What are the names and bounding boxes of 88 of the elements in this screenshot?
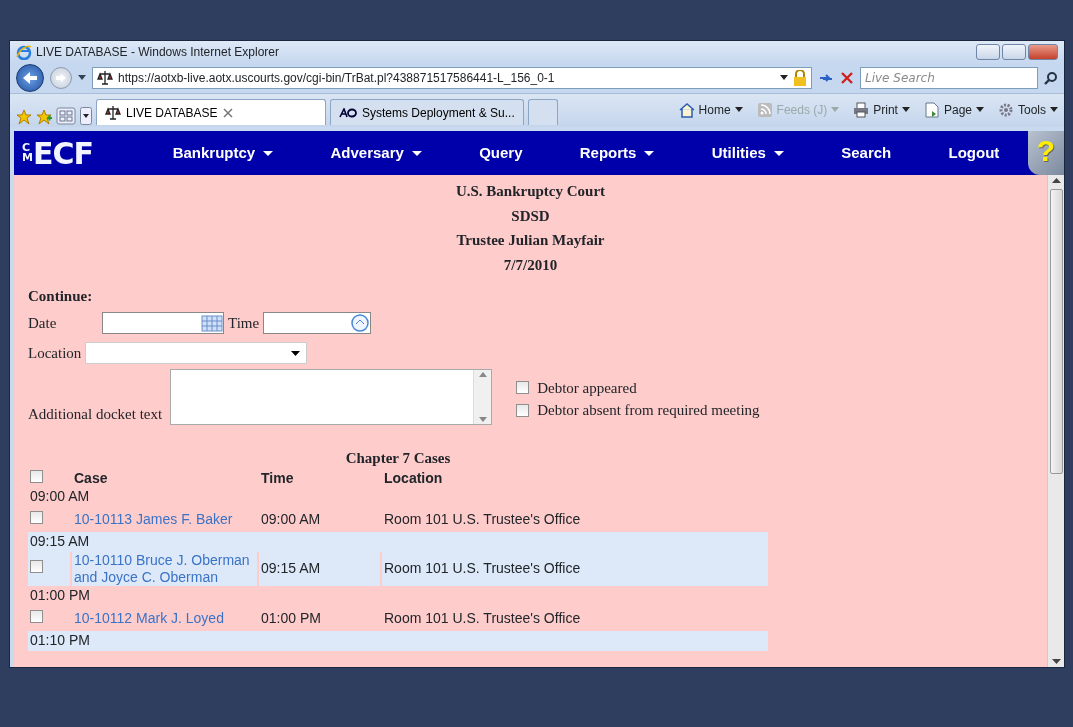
field-label: Time — [228, 313, 260, 333]
calendar-icon[interactable] — [201, 313, 223, 332]
printer-icon — [853, 101, 870, 118]
gear-icon — [998, 101, 1014, 118]
close-button[interactable] — [1028, 44, 1058, 60]
scales-icon — [105, 104, 121, 121]
table-cell-text: 01:00 PM — [260, 608, 322, 628]
date-field[interactable] — [102, 311, 224, 334]
menu-link[interactable]: Reports — [579, 141, 655, 165]
caret-icon — [734, 106, 743, 113]
field-label: Additional docket text — [28, 404, 163, 424]
page-icon — [923, 101, 940, 118]
heading-line: Trustee Julian Mayfair — [455, 231, 606, 250]
checkbox[interactable] — [516, 381, 530, 395]
new-tab-button[interactable] — [527, 99, 558, 125]
search-field[interactable]: Live Search — [860, 67, 1038, 89]
table-cell-text: Room 101 U.S. Trustee's Office — [383, 509, 582, 529]
time-field[interactable] — [263, 311, 372, 334]
back-arrow-icon — [22, 71, 38, 85]
padlock-icon[interactable] — [793, 70, 807, 86]
table-cell-text: 09:00 AM — [260, 509, 322, 529]
time-group-label: 01:00 PM — [29, 586, 91, 605]
table-cell: Room 101 U.S. Trustee's Office — [382, 551, 768, 586]
column-header: Time — [260, 469, 295, 487]
heading-line: U.S. Bankruptcy Court — [454, 182, 607, 201]
checkbox[interactable] — [516, 403, 530, 417]
feed-icon — [756, 101, 773, 118]
command-link[interactable]: Home — [678, 100, 743, 119]
select-all-checkbox[interactable] — [30, 469, 43, 483]
command-link[interactable]: Tools — [998, 100, 1058, 119]
scroll-down-icon[interactable] — [1051, 659, 1061, 664]
menu-link[interactable]: Logout — [948, 141, 1000, 165]
scales-icon — [97, 70, 113, 86]
back-button[interactable] — [16, 64, 44, 92]
home-icon — [678, 101, 695, 118]
command-link[interactable]: Print — [853, 100, 910, 119]
caret-icon[interactable] — [780, 75, 788, 81]
menu-link[interactable]: Utilities — [711, 141, 784, 165]
browser-tab[interactable]: Systems Deployment & Su... — [330, 99, 524, 125]
caret-icon — [831, 106, 840, 113]
time-group-label: 01:10 PM — [28, 630, 768, 651]
url-text: https://aotxb-live.aotx.uscourts.gov/cgi-bin/TrBat.pl?438871517586441-L_156_0-1 — [118, 70, 555, 87]
minimize-button[interactable] — [976, 44, 1000, 60]
time-group-label: 09:00 AM — [29, 487, 91, 506]
forward-button[interactable] — [50, 67, 72, 89]
caret-icon — [1050, 106, 1058, 113]
menu-link[interactable]: Query — [479, 141, 523, 165]
column-header: Location — [383, 469, 444, 487]
add-favorite-icon[interactable] — [36, 109, 52, 125]
window-title: LIVE DATABASE - Windows Internet Explorer — [36, 44, 279, 61]
heading-line: SDSD — [510, 206, 551, 226]
command-link[interactable]: Page — [923, 100, 984, 119]
menu-link[interactable]: Search — [841, 141, 892, 165]
clock-icon[interactable] — [350, 312, 371, 333]
field-label: Location — [28, 344, 82, 363]
favorites-star-icon[interactable] — [16, 109, 32, 125]
browser-tab[interactable]: LIVE DATABASE — [96, 99, 326, 125]
stop-icon[interactable] — [840, 71, 854, 85]
menu-link[interactable]: Adversary — [330, 141, 422, 165]
location-select[interactable] — [85, 342, 308, 365]
caret-icon[interactable] — [80, 107, 92, 125]
address-field[interactable]: https://aotxb-live.aotx.uscourts.gov/cgi-bin/TrBat.pl?438871517586441-L_156_0-1 — [92, 67, 812, 89]
checkbox-label: Debtor appeared — [537, 378, 637, 398]
time-group-label: 09:15 AM — [28, 531, 768, 552]
checkbox[interactable] — [30, 560, 43, 573]
checkbox[interactable] — [30, 510, 43, 524]
forward-arrow-icon — [55, 73, 67, 83]
caret-icon[interactable] — [78, 75, 86, 81]
caret-icon — [291, 350, 301, 356]
search-icon[interactable] — [1044, 71, 1058, 85]
table-cell-text: Room 101 U.S. Trustee's Office — [383, 608, 582, 628]
menu-link[interactable]: Bankruptcy — [172, 141, 274, 165]
column-header: Case — [73, 469, 109, 487]
checkbox[interactable] — [30, 609, 43, 623]
scrollbar-thumb[interactable] — [1049, 189, 1063, 474]
scroll-up-icon[interactable] — [1051, 178, 1061, 183]
close-icon[interactable] — [222, 107, 233, 118]
maximize-button[interactable] — [1002, 44, 1026, 60]
ao-logo-icon — [339, 107, 357, 118]
heading-line: 7/7/2010 — [502, 255, 559, 275]
checkbox-label: Debtor absent from required meeting — [537, 401, 760, 420]
field-label: Date — [28, 313, 58, 333]
table-cell: 09:15 AM — [259, 551, 382, 586]
section-title: Chapter 7 Cases — [344, 449, 452, 468]
browser-logo-icon — [16, 44, 32, 60]
caret-icon — [901, 106, 910, 113]
caret-icon — [976, 106, 984, 113]
form-heading: Continue: — [28, 287, 94, 306]
